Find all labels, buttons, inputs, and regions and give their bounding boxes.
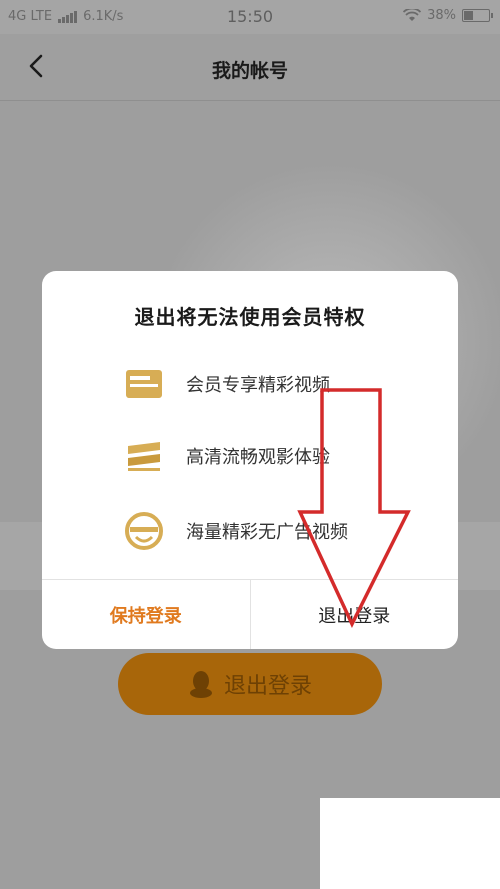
no-ads-icon	[125, 512, 163, 550]
vip-card-icon	[126, 370, 162, 398]
background-logout-button: 退出登录	[118, 653, 382, 715]
qq-penguin-icon	[189, 671, 212, 698]
hd-icon	[128, 442, 160, 471]
background-logout-label: 退出登录	[223, 674, 312, 699]
dialog-title: 退出将无法使用会员特权	[134, 305, 366, 329]
white-corner-block	[320, 798, 500, 889]
status-right: 38%	[403, 8, 493, 23]
battery-icon	[462, 9, 493, 22]
status-bar: 4G LTE 6.1K/s 15:50 38%	[0, 0, 500, 34]
wifi-icon	[403, 9, 422, 21]
keep-login-button[interactable]: 保持登录	[42, 580, 251, 649]
red-arrow-annotation	[297, 388, 411, 629]
page-title: 我的帐号	[211, 60, 288, 82]
nav-header: 我的帐号	[0, 34, 500, 101]
battery-percent: 38%	[427, 8, 456, 23]
